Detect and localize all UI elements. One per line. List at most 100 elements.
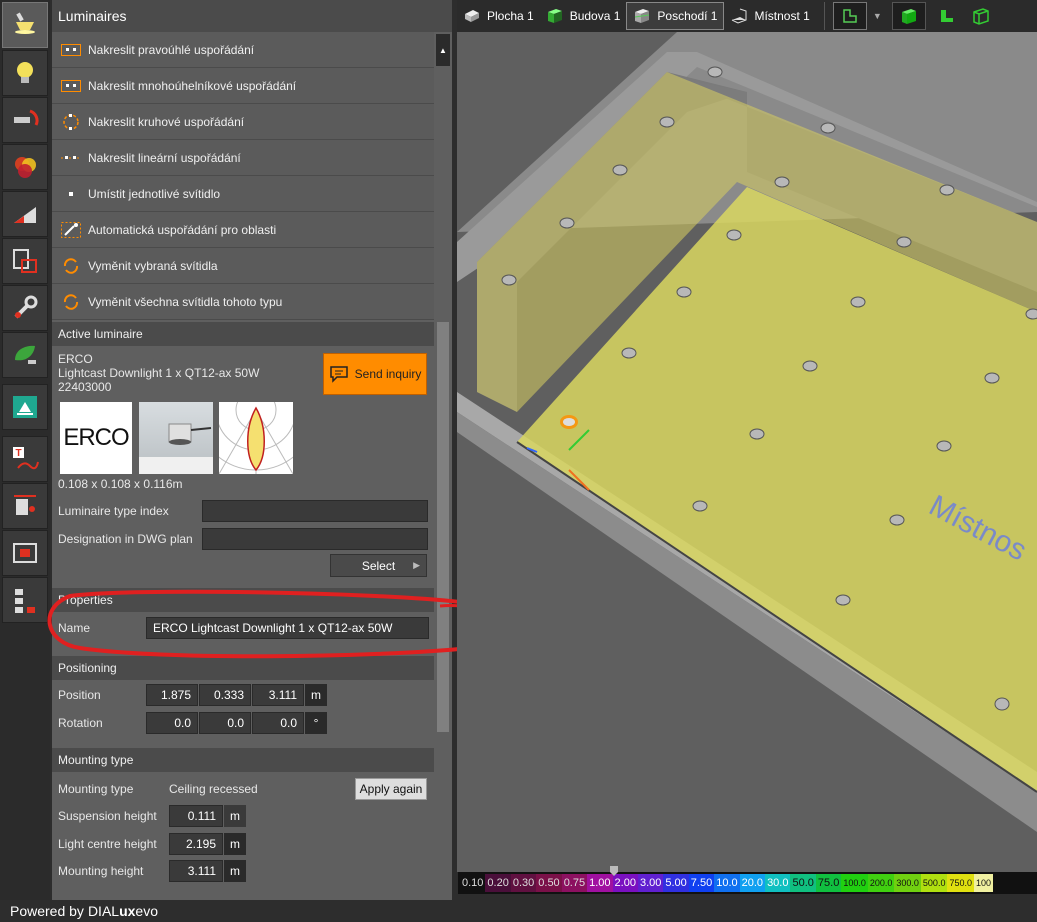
name-label: Name [58,621,91,635]
scrollbar-thumb[interactable] [437,322,449,732]
name-input[interactable]: ERCO Lightcast Downlight 1 x QT12-ax 50W [146,617,429,639]
light-distribution-diagram [195,349,317,475]
type-index-label: Luminaire type index [58,504,169,518]
luminaires-panel: Luminaires Nakreslit pravoúhlé uspořádán… [52,0,452,900]
emergency-button[interactable] [2,384,48,430]
leaf-plug-icon [15,345,36,364]
tab-poschodi[interactable]: Poschodí 1 [626,2,725,30]
floor-icon [635,9,650,23]
scale-value: 200.0 [867,874,895,892]
menu-item-label: Nakreslit kruhové uspořádání [88,114,245,129]
type-index-input[interactable] [202,500,428,522]
mounting-height-input[interactable]: 3.111 [169,860,223,882]
light-scenes-button[interactable] [2,50,48,96]
luminaire-dimensions: 0.108 x 0.108 x 0.116m [58,477,183,491]
tab-mistnost[interactable]: Místnost 1 [724,2,815,30]
aiming-button[interactable] [2,97,48,143]
rotation-z-input[interactable]: 0.0 [252,712,304,734]
menu-item-auto[interactable]: Automatická uspořádání pro oblasti [52,212,434,248]
rotation-label: Rotation [58,716,103,730]
dwg-input[interactable] [202,528,428,550]
site-icon [465,10,479,22]
position-row: Position 1.875 0.333 3.111 m [58,684,327,706]
panel-scrollbar[interactable]: ▲ [434,32,452,742]
replace-all-icon [60,293,82,310]
menu-item-polygonal[interactable]: Nakreslit mnohoúhelníkové uspořádání [52,68,434,104]
scroll-up-icon[interactable]: ▲ [436,34,450,66]
rotation-y-input[interactable]: 0.0 [199,712,251,734]
energy-button[interactable] [2,332,48,378]
rotate-luminaire-icon [14,109,39,126]
menu-item-replace-all[interactable]: Vyměnit všechna svítidla tohoto typu [52,284,434,320]
article-number: 22403000 [58,380,112,394]
view-mode-dropdown[interactable] [832,2,867,30]
cut-view-button[interactable] [2,238,48,284]
active-luminaire-header: Active luminaire [52,322,434,346]
3d-viewport[interactable]: Místnos [457,32,1037,872]
panel-title: Luminaires [52,0,452,32]
menu-item-replace-selected[interactable]: Vyměnit vybraná svítidla [52,248,434,284]
light-centre-label: Light centre height [58,837,157,851]
light-centre-unit: m [224,833,246,855]
floor-plan-icon [843,9,857,23]
chevron-down-icon[interactable]: ▼ [873,11,882,21]
footer-branding: Powered by DIAL ux evo [0,900,1037,922]
name-row: Name ERCO Lightcast Downlight 1 x QT12-a… [58,617,429,639]
position-z-input[interactable]: 3.111 [252,684,304,706]
menu-item-linear[interactable]: Nakreslit lineární uspořádání [52,140,434,176]
rotation-x-input[interactable]: 0.0 [146,712,198,734]
calculation-objects-button[interactable] [2,483,48,529]
view-wireframe-button[interactable] [964,2,998,30]
svg-text:T: T [16,448,22,459]
downlight-image-icon [139,423,213,474]
luminaire-name: Lightcast Downlight 1 x QT12-ax 50W [58,366,260,380]
colors-button[interactable] [2,144,48,190]
menu-item-label: Nakreslit pravoúhlé uspořádání [88,42,255,57]
scale-value: 7.50 [688,874,715,892]
luminaires-tool-button[interactable] [2,2,48,48]
hierarchy-button[interactable] [2,577,48,623]
tab-budova[interactable]: Budova 1 [540,2,627,30]
send-inquiry-button[interactable]: Send inquiry [323,353,427,395]
position-x-input[interactable]: 1.875 [146,684,198,706]
wedge-icon [14,207,36,223]
menu-item-label: Vyměnit všechna svítidla tohoto typu [88,294,283,309]
scale-value: 750.0 [947,874,974,892]
toolbar-divider [823,2,825,30]
tab-plocha[interactable]: Plocha 1 [457,2,540,30]
manufacturer: ERCO [58,352,93,366]
brand-dial: DIAL [87,903,120,919]
light-bulb-icon [17,62,33,83]
scale-value: 2.00 [612,874,638,892]
position-y-input[interactable]: 0.333 [199,684,251,706]
color-circles-icon [15,157,36,178]
menu-item-circular[interactable]: Nakreslit kruhové uspořádání [52,104,434,140]
view-3d-button[interactable] [891,2,926,30]
scale-value: 20.0 [739,874,766,892]
select-button[interactable]: Select ▶ [330,554,427,577]
wrench-icon [14,295,38,319]
mounting-height-unit: m [224,860,246,882]
view-plan-button[interactable] [930,2,964,30]
dialux-evo-window: T Luminaires Nakreslit pravoúhlé uspořád… [0,0,1037,922]
scale-value: 100.0 [841,874,868,892]
properties-header: Properties [52,588,434,612]
chevron-right-icon: ▶ [413,560,420,570]
suspension-input[interactable]: 0.111 [169,805,223,827]
tools-button[interactable] [2,285,48,331]
daylight-button[interactable] [2,191,48,237]
menu-item-rectangular[interactable]: Nakreslit pravoúhlé uspořádání [52,32,434,68]
text-label-button[interactable]: T [2,436,48,482]
solid-cube-icon [901,9,916,24]
rectangular-arrangement-icon [60,43,82,57]
positioning-header: Positioning [52,656,434,680]
light-centre-input[interactable]: 2.195 [169,833,223,855]
output-button[interactable] [2,530,48,576]
scale-value: 50.0 [790,874,816,892]
scale-value: 3.00 [637,874,664,892]
menu-item-label: Umístit jednotlivé svítidlo [88,186,221,201]
single-luminaire-icon [60,187,82,201]
apply-again-button[interactable]: Apply again [355,778,427,800]
menu-item-single[interactable]: Umístit jednotlivé svítidlo [52,176,434,212]
brand-lux: ux [119,903,136,919]
